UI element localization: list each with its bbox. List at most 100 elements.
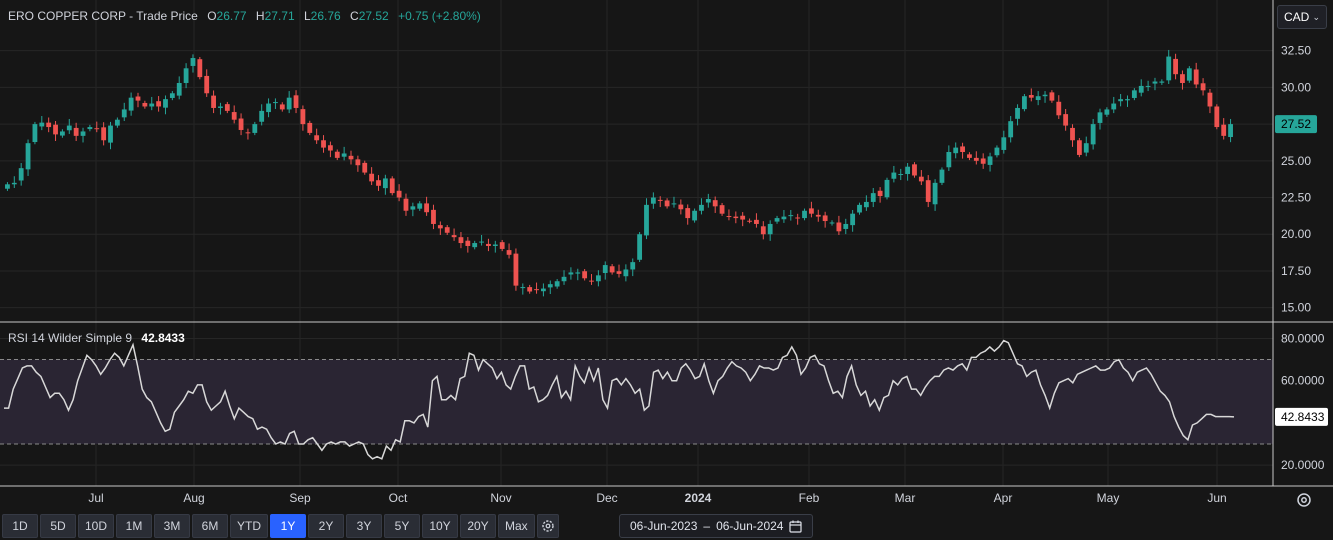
candle (114, 117, 120, 128)
rsi-value-tag: 42.8433 (1275, 407, 1328, 426)
candle (307, 120, 313, 136)
candle (506, 243, 512, 259)
range-button-20y[interactable]: 20Y (460, 514, 497, 538)
open-value: 26.77 (216, 9, 247, 23)
candle (286, 91, 292, 114)
change-value: +0.75 (+2.80%) (398, 9, 481, 23)
candle (918, 170, 924, 186)
candle (808, 201, 814, 218)
candle (18, 163, 24, 186)
candle (1001, 130, 1007, 154)
range-button-ytd[interactable]: YTD (230, 514, 269, 538)
candle (795, 213, 801, 225)
candle (1200, 78, 1206, 96)
candle (341, 146, 347, 161)
range-button-3y[interactable]: 3Y (346, 514, 383, 538)
candle (870, 187, 876, 208)
range-button-3m[interactable]: 3M (154, 514, 191, 538)
chart-settings-button[interactable] (1294, 490, 1314, 510)
candle (135, 92, 141, 108)
candle (1042, 91, 1048, 103)
candle (1083, 136, 1089, 157)
candle (87, 124, 93, 132)
candle (1063, 108, 1069, 131)
candle (293, 90, 299, 114)
candle (1207, 89, 1213, 114)
candle (163, 95, 168, 115)
candle (884, 177, 890, 200)
candle (362, 160, 368, 175)
candle (678, 199, 684, 215)
candle (1152, 77, 1158, 91)
price-type: - Trade Price (129, 9, 198, 23)
candle (534, 282, 539, 294)
candle (802, 208, 807, 221)
candle (142, 100, 148, 109)
candle (1104, 107, 1110, 117)
candle (967, 152, 972, 161)
candle (1131, 88, 1137, 101)
candle (699, 198, 704, 215)
range-button-1y[interactable]: 1Y (270, 514, 307, 538)
range-button-1m[interactable]: 1M (116, 514, 153, 538)
chart-app: 15.0017.5020.0022.5025.0027.5030.0032.50… (0, 0, 1333, 540)
candle (39, 116, 45, 131)
candle (1022, 94, 1027, 112)
date-range-picker[interactable]: 06-Jun-2023 – 06-Jun-2024 (619, 514, 814, 538)
chart-canvas[interactable]: 15.0017.5020.0022.5025.0027.5030.0032.50… (0, 0, 1333, 540)
price-legend: ERO COPPER CORP - Trade Price O26.77 H27… (8, 9, 481, 23)
candle (128, 92, 134, 116)
candle (589, 274, 594, 285)
price-axis-label: 22.50 (1281, 191, 1311, 205)
candle (1173, 53, 1178, 80)
rsi-axis-label: 20.0000 (1281, 458, 1325, 472)
candle (1097, 108, 1103, 130)
range-settings-button[interactable] (536, 514, 559, 538)
candle (492, 240, 498, 253)
candle (740, 212, 746, 227)
candle (850, 210, 856, 232)
time-axis-label: Jun (1207, 491, 1226, 505)
candle (73, 122, 79, 141)
candle (1070, 124, 1075, 147)
candle (946, 145, 952, 171)
candle (705, 193, 711, 208)
range-button-5d[interactable]: 5D (40, 514, 76, 538)
candle (94, 121, 100, 133)
candle (472, 240, 478, 250)
candle (121, 102, 127, 122)
currency-label: CAD (1284, 10, 1310, 24)
calendar-icon (789, 520, 803, 533)
range-button-5y[interactable]: 5Y (384, 514, 421, 538)
candle (80, 127, 86, 143)
candle (1166, 49, 1172, 85)
price-axis-label: 17.50 (1281, 264, 1311, 278)
settings-icon (1297, 493, 1311, 507)
range-toolbar: 1D 5D 10D 1M 3M 6M YTD 1Y 2Y 3Y 5Y 10Y 2… (2, 514, 559, 538)
range-button-1d[interactable]: 1D (2, 514, 38, 538)
candle (953, 142, 959, 159)
candle (1056, 95, 1062, 119)
range-button-max[interactable]: Max (498, 514, 535, 538)
candle (218, 102, 223, 115)
range-button-10y[interactable]: 10Y (422, 514, 459, 538)
currency-select[interactable]: CAD ⌄ (1277, 5, 1327, 29)
candle (1159, 79, 1165, 85)
candle (321, 135, 326, 153)
range-button-10d[interactable]: 10D (78, 514, 115, 538)
range-button-6m[interactable]: 6M (192, 514, 229, 538)
range-button-2y[interactable]: 2Y (308, 514, 345, 538)
candle (747, 218, 752, 224)
candle (1125, 95, 1130, 107)
candle (719, 202, 725, 216)
candle (541, 283, 546, 297)
candle (1214, 104, 1220, 130)
candle (527, 284, 533, 294)
candle (190, 54, 196, 73)
candle (465, 237, 471, 253)
candle (1076, 138, 1082, 158)
candle (1138, 79, 1144, 97)
candle (994, 145, 1000, 158)
candle (520, 283, 526, 295)
candle (650, 192, 656, 209)
